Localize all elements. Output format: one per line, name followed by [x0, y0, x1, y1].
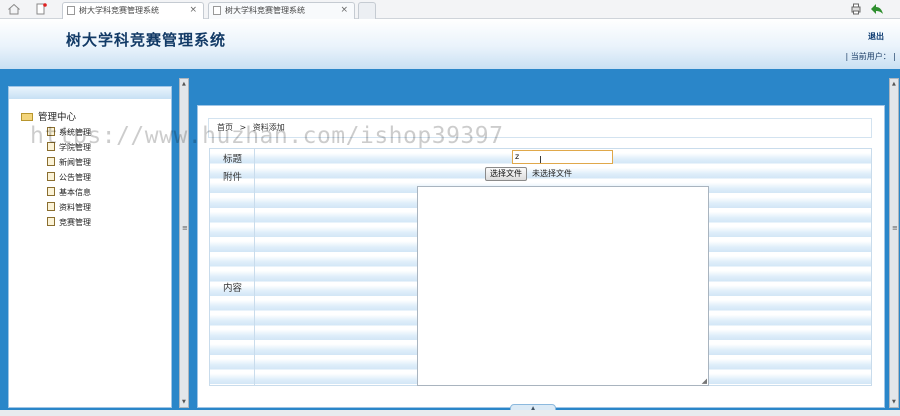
resize-grip-icon[interactable]: ◢: [702, 377, 707, 385]
content-textarea[interactable]: ◢: [417, 186, 709, 386]
sidebar-item-competition[interactable]: 竞赛管理: [47, 217, 91, 228]
sidebar-item-label: 竞赛管理: [59, 218, 91, 227]
page-icon[interactable]: [35, 3, 47, 15]
tree-root-management-center[interactable]: 管理中心: [21, 109, 76, 123]
scroll-up-icon[interactable]: ▲: [182, 81, 186, 87]
sidebar-item-system[interactable]: 系统管理: [47, 127, 91, 138]
material-add-form: 标题 z I 附件 选择文件 未选择文件 内容 ◢: [209, 148, 872, 386]
scroll-up-icon[interactable]: ▲: [892, 81, 896, 87]
attachment-label: 附件: [222, 172, 242, 183]
current-user-label: | 当前用户： |: [845, 52, 896, 61]
document-icon: [47, 217, 55, 226]
sidebar-item-label: 新闻管理: [59, 158, 91, 167]
document-icon: [47, 157, 55, 166]
system-title: 树大学科竞赛管理系统: [66, 31, 227, 49]
text-cursor-icon: I: [539, 155, 542, 166]
file-status-text: 未选择文件: [532, 169, 572, 178]
folder-open-icon: [21, 113, 33, 121]
browser-status-bar: [0, 410, 900, 416]
sidebar-item-materials[interactable]: 资料管理: [47, 202, 91, 213]
browser-tab-bar: 树大学科竞赛管理系统 × 树大学科竞赛管理系统 ×: [0, 0, 900, 19]
logout-link[interactable]: 退出: [868, 31, 884, 42]
breadcrumb-home[interactable]: 首页: [217, 123, 233, 132]
sidebar-item-news[interactable]: 新闻管理: [47, 157, 91, 168]
main-content: 首页 > 资料添加 标题 z I 附件 选择文件 未选择文件 内容 ◢: [197, 105, 885, 408]
document-icon: [47, 187, 55, 196]
document-icon: [47, 127, 55, 136]
back-arrow-icon[interactable]: [870, 3, 884, 15]
sidebar-item-college[interactable]: 学院管理: [47, 142, 91, 153]
sidebar-item-label: 资料管理: [59, 203, 91, 212]
page-favicon-icon: [67, 6, 75, 15]
browser-tab[interactable]: 树大学科竞赛管理系统 ×: [208, 2, 355, 19]
browser-tab[interactable]: 树大学科竞赛管理系统 ×: [62, 2, 204, 19]
breadcrumb-separator: >: [239, 123, 247, 132]
sidebar-item-label: 系统管理: [59, 128, 91, 137]
content-label: 内容: [222, 283, 242, 294]
document-icon: [47, 172, 55, 181]
scroll-down-icon[interactable]: ▼: [182, 399, 186, 405]
page-favicon-icon: [213, 6, 221, 15]
sidebar: 管理中心 系统管理 学院管理 新闻管理 公告管理 基本信息 资料管理 竞赛管理: [8, 86, 172, 408]
print-icon[interactable]: [850, 3, 862, 15]
breadcrumb: 首页 > 资料添加: [208, 118, 872, 138]
choose-file-button[interactable]: 选择文件: [485, 167, 527, 181]
scroll-down-icon[interactable]: ▼: [892, 399, 896, 405]
sidebar-item-label: 公告管理: [59, 173, 91, 182]
content-scrollbar[interactable]: ▲ ≡ ▼: [889, 78, 899, 408]
close-tab-icon[interactable]: ×: [189, 3, 197, 18]
browser-tab-title: 树大学科竞赛管理系统: [79, 6, 159, 15]
title-input[interactable]: z: [512, 150, 613, 164]
title-label: 标题: [222, 154, 242, 165]
splitter-grip-icon[interactable]: ≡: [892, 224, 898, 232]
sidebar-item-notice[interactable]: 公告管理: [47, 172, 91, 183]
label-column: [210, 149, 255, 385]
splitter-grip-icon[interactable]: ≡: [182, 224, 188, 232]
sidebar-item-basic-info[interactable]: 基本信息: [47, 187, 91, 198]
home-icon[interactable]: [8, 3, 20, 15]
new-tab-button[interactable]: [358, 2, 376, 19]
close-tab-icon[interactable]: ×: [340, 3, 348, 18]
sidebar-header: [9, 87, 171, 99]
sidebar-item-label: 学院管理: [59, 143, 91, 152]
breadcrumb-current: 资料添加: [252, 123, 285, 132]
browser-tab-title: 树大学科竞赛管理系统: [225, 6, 305, 15]
sidebar-scrollbar[interactable]: ▲ ≡ ▼: [179, 78, 189, 408]
document-icon: [47, 202, 55, 211]
document-icon: [47, 142, 55, 151]
app-header: 树大学科竞赛管理系统 退出 | 当前用户： |: [0, 19, 900, 69]
sidebar-item-label: 基本信息: [59, 188, 91, 197]
tree-root-label: 管理中心: [38, 112, 77, 123]
